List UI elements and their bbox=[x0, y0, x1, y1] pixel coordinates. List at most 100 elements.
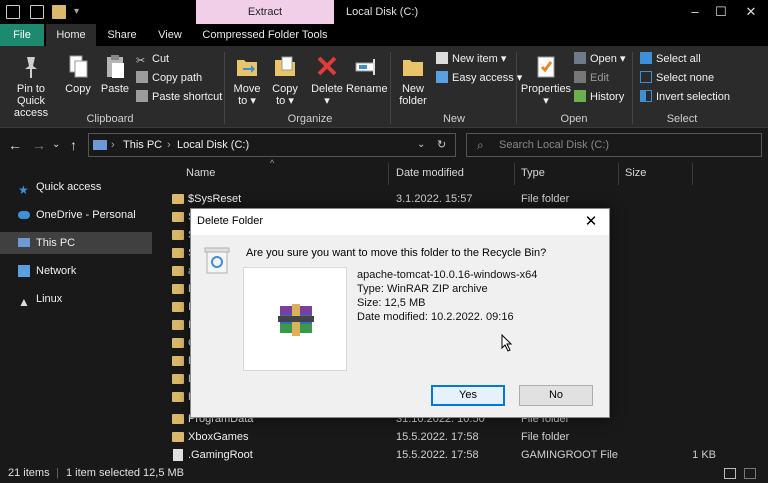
ribbon-tabs: File Home Share View Compressed Folder T… bbox=[0, 24, 768, 64]
edit-button[interactable]: Edit bbox=[574, 71, 609, 87]
refresh-icon[interactable]: ↻ bbox=[437, 134, 446, 156]
copy-path-button[interactable]: Copy path bbox=[136, 71, 202, 87]
nav-onedrive[interactable]: OneDrive - Personal bbox=[0, 204, 152, 226]
address-dropdown-icon[interactable]: ⌄ bbox=[417, 134, 425, 156]
address-row: ← → ⌄ ↑ › This PC › Local Disk (C:) ⌄ ↻ … bbox=[0, 129, 768, 161]
nav-network[interactable]: Network bbox=[0, 260, 152, 282]
select-none-button[interactable]: Select none bbox=[640, 71, 714, 87]
column-date[interactable]: Date modified bbox=[396, 167, 464, 179]
select-all-button[interactable]: Select all bbox=[640, 52, 701, 68]
network-icon bbox=[18, 265, 30, 277]
tab-share[interactable]: Share bbox=[100, 24, 144, 46]
properties-icon bbox=[537, 56, 555, 78]
paste-shortcut-label: Paste shortcut bbox=[152, 91, 223, 103]
properties-quick-icon[interactable] bbox=[30, 5, 44, 19]
table-row[interactable]: $SysReset 3.1.2022. 15:57 File folder bbox=[166, 190, 766, 208]
select-all-icon bbox=[640, 52, 652, 64]
ribbon: Pin to Quick access Copy Paste ✂ Cut Copy… bbox=[0, 46, 768, 128]
folder-icon bbox=[172, 414, 184, 424]
close-window-button[interactable]: ✕ bbox=[736, 0, 766, 24]
dialog-close-button[interactable]: ✕ bbox=[573, 209, 609, 235]
forward-button[interactable]: → bbox=[32, 137, 46, 153]
ribbon-divider bbox=[632, 52, 633, 124]
title-bar: ▾ Extract Local Disk (C:) – ☐ ✕ bbox=[0, 0, 768, 24]
paste-button[interactable]: Paste bbox=[98, 54, 132, 95]
sort-arrow-icon: ^ bbox=[270, 158, 275, 168]
nav-label: OneDrive - Personal bbox=[36, 209, 136, 221]
select-all-label: Select all bbox=[656, 53, 701, 65]
ribbon-divider bbox=[390, 52, 391, 124]
folder-icon bbox=[172, 230, 184, 240]
nav-label: Network bbox=[36, 265, 77, 277]
rename-button[interactable]: Rename bbox=[346, 54, 388, 95]
new-item-icon bbox=[436, 52, 448, 64]
cut-label: Cut bbox=[152, 53, 170, 65]
nav-linux[interactable]: ▲ Linux bbox=[0, 288, 152, 310]
yes-button[interactable]: Yes bbox=[431, 385, 505, 406]
edit-icon bbox=[574, 71, 586, 83]
maximize-button[interactable]: ☐ bbox=[706, 0, 736, 24]
recycle-bin-icon bbox=[204, 247, 230, 274]
column-type[interactable]: Type bbox=[521, 167, 545, 179]
search-box[interactable]: ⌕ Search Local Disk (C:) bbox=[466, 133, 762, 157]
app-icon[interactable] bbox=[6, 5, 20, 19]
column-name[interactable]: Name bbox=[186, 167, 215, 179]
file-info-name: apache-tomcat-10.0.16-windows-x64 bbox=[357, 269, 538, 281]
tab-view[interactable]: View bbox=[150, 24, 190, 46]
file-thumbnail bbox=[243, 267, 347, 371]
new-item-button[interactable]: New item ▾ bbox=[436, 52, 506, 68]
delete-button[interactable]: Delete ▾ bbox=[308, 54, 346, 107]
tab-home[interactable]: Home bbox=[46, 24, 96, 46]
dialog-title: Delete Folder bbox=[197, 215, 264, 227]
details-view-icon[interactable] bbox=[724, 468, 736, 479]
table-row[interactable]: .GamingRoot 15.5.2022. 17:58 GAMINGROOT Fi… bbox=[166, 446, 766, 464]
quick-access-dropdown-icon[interactable]: ▾ bbox=[74, 5, 84, 19]
table-row[interactable]: XboxGames 15.5.2022. 17:58 File folder bbox=[166, 428, 766, 446]
invert-selection-button[interactable]: Invert selection bbox=[640, 90, 730, 106]
selection-info: 1 item selected 12,5 MB bbox=[66, 467, 185, 479]
extract-context-tab[interactable]: Extract bbox=[196, 0, 334, 24]
breadcrumb-local-disk[interactable]: Local Disk (C:) bbox=[177, 134, 249, 156]
easy-access-label: Easy access bbox=[452, 72, 514, 84]
computer-icon bbox=[18, 238, 30, 247]
copy-label: Copy bbox=[65, 83, 91, 95]
back-button[interactable]: ← bbox=[8, 137, 22, 153]
history-icon bbox=[574, 90, 586, 102]
column-size[interactable]: Size bbox=[625, 167, 646, 179]
nav-quick-access[interactable]: ★ Quick access bbox=[0, 176, 152, 198]
properties-button[interactable]: Properties ▾ bbox=[520, 54, 572, 107]
cloud-icon bbox=[18, 211, 30, 219]
history-button[interactable]: History bbox=[574, 90, 624, 106]
no-button[interactable]: No bbox=[519, 385, 593, 406]
open-label: Open bbox=[590, 53, 617, 65]
copy-button[interactable]: Copy bbox=[62, 54, 94, 95]
new-folder-button[interactable]: New folder bbox=[394, 54, 432, 107]
file-date: 15.5.2022. 17:58 bbox=[396, 449, 479, 461]
paste-shortcut-button[interactable]: Paste shortcut bbox=[136, 90, 222, 106]
new-folder-quick-icon[interactable] bbox=[52, 5, 66, 19]
breadcrumb-separator-icon: › bbox=[111, 139, 115, 151]
dialog-question: Are you sure you want to move this folde… bbox=[246, 247, 547, 259]
copy-to-button[interactable]: Copy to ▾ bbox=[268, 54, 302, 107]
easy-access-button[interactable]: Easy access ▾ bbox=[436, 71, 522, 87]
tab-file[interactable]: File bbox=[0, 24, 44, 46]
move-to-label: Move bbox=[233, 83, 261, 95]
scissors-icon: ✂ bbox=[136, 55, 146, 67]
large-icons-view-icon[interactable] bbox=[744, 468, 756, 479]
tab-compressed-folder-tools[interactable]: Compressed Folder Tools bbox=[198, 24, 332, 46]
cut-button[interactable]: ✂ Cut bbox=[136, 52, 169, 68]
address-bar[interactable]: › This PC › Local Disk (C:) ⌄ ↻ bbox=[88, 133, 456, 157]
up-button[interactable]: ↑ bbox=[70, 137, 77, 153]
breadcrumb-this-pc[interactable]: This PC bbox=[123, 134, 162, 156]
move-to-icon bbox=[237, 60, 257, 76]
search-input[interactable]: Search Local Disk (C:) bbox=[499, 139, 609, 151]
nav-this-pc[interactable]: This PC bbox=[0, 232, 152, 254]
copy-icon bbox=[69, 55, 88, 78]
move-to-button[interactable]: Move to ▾ bbox=[230, 54, 264, 107]
open-button[interactable]: Open ▾ bbox=[574, 52, 626, 68]
folder-icon bbox=[172, 266, 184, 276]
organize-group-label: Organize bbox=[287, 113, 333, 125]
recent-locations-icon[interactable]: ⌄ bbox=[52, 137, 60, 153]
pin-to-quick-access-button[interactable]: Pin to Quick access bbox=[2, 54, 60, 119]
invert-selection-icon bbox=[640, 90, 652, 102]
